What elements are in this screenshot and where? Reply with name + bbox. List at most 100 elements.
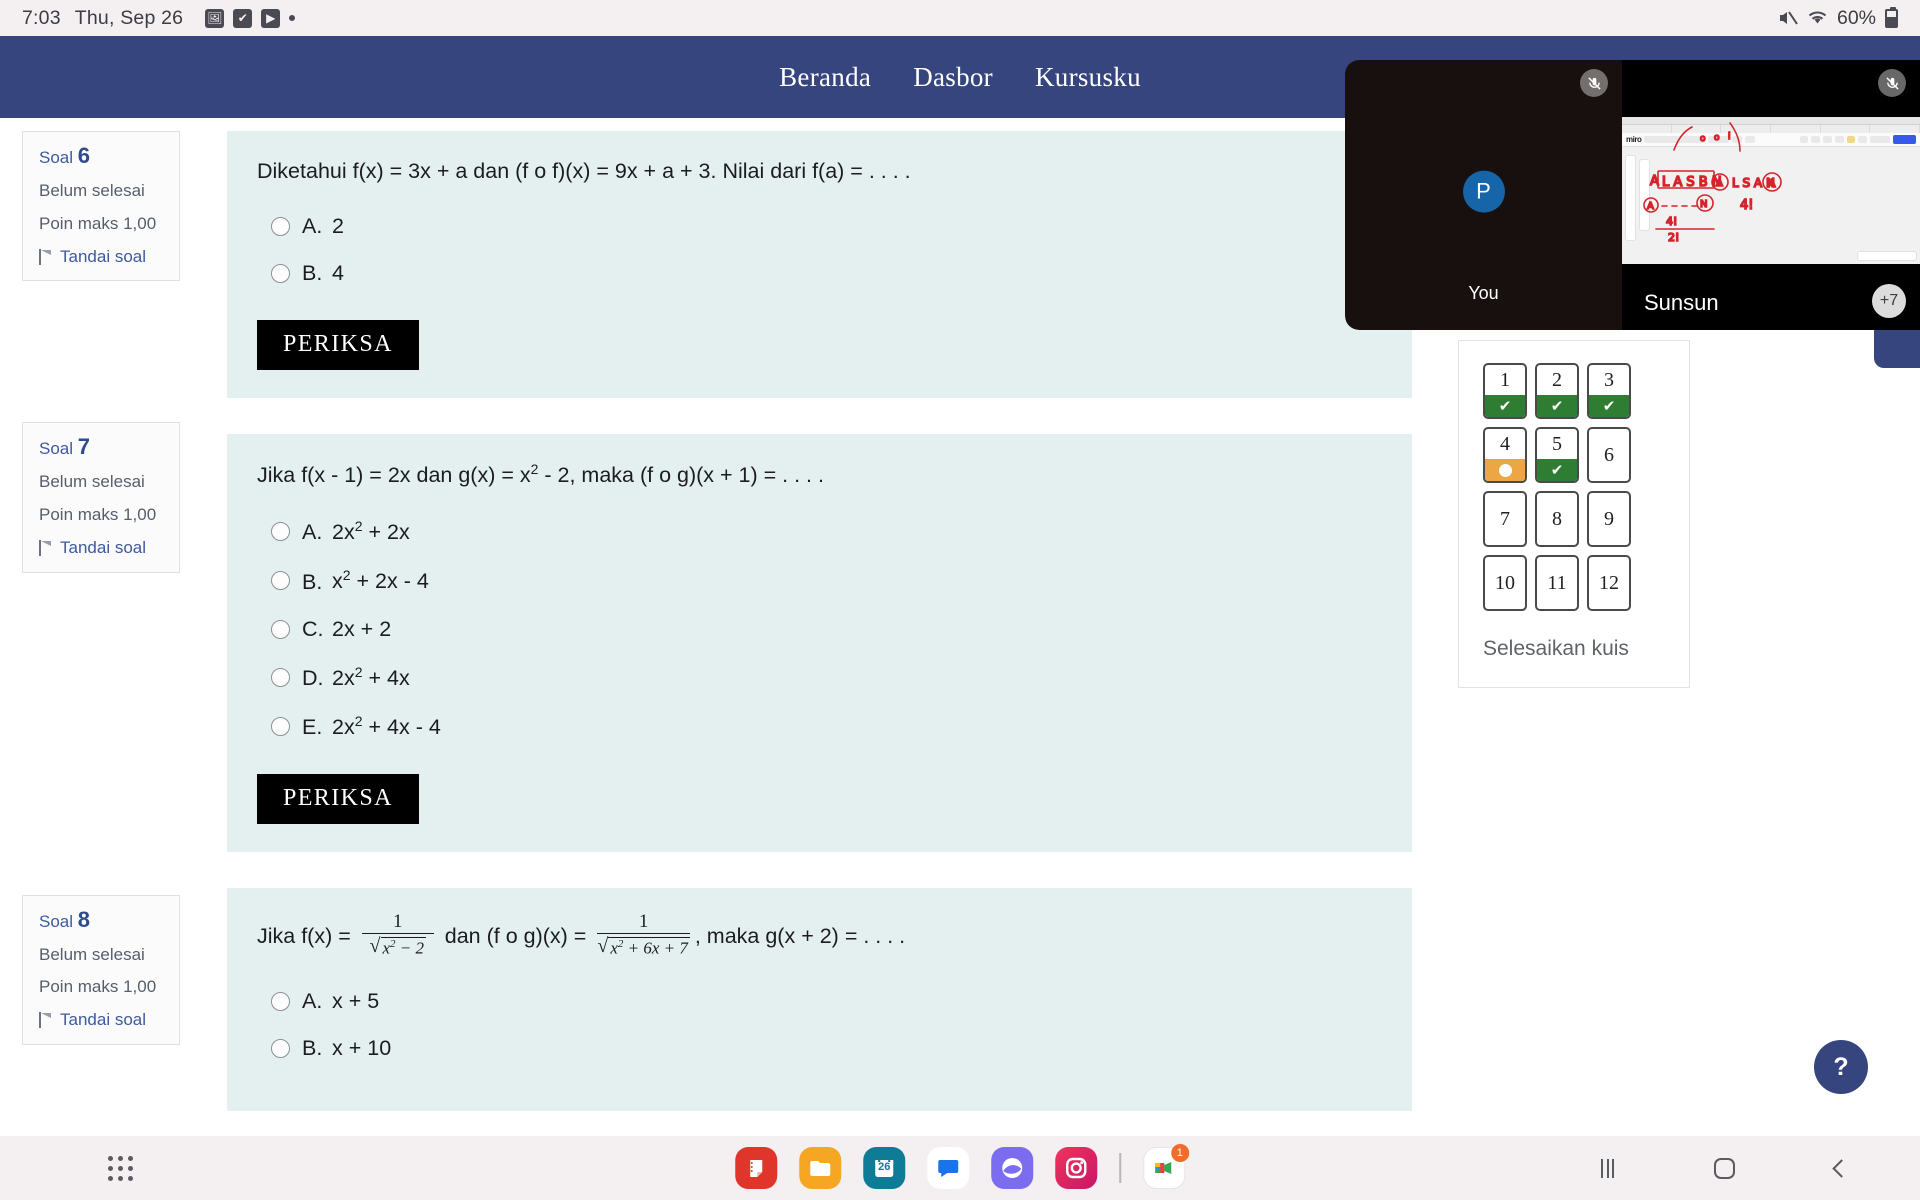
svg-text:o: o [1714, 133, 1720, 143]
screenshare-content: miro o o l A L A S B N A N A L S A N A 4… [1622, 117, 1920, 264]
answer-label: E. 2x2 + 4x - 4 [302, 712, 441, 739]
check-button[interactable]: PERIKSA [257, 320, 419, 371]
radio-button[interactable] [271, 217, 290, 237]
question-info-6: Soal 6 Belum selesai Poin maks 1,00 Tand… [22, 131, 180, 282]
back-button[interactable] [1832, 1158, 1851, 1178]
participant-name-share: Sunsun [1644, 290, 1719, 315]
answer-option[interactable]: A. x + 5 [271, 989, 1382, 1014]
flag-question-link[interactable]: Tandai soal [39, 538, 165, 558]
battery-icon [1885, 6, 1898, 28]
my-files-icon[interactable] [799, 1147, 842, 1189]
state-done-icon: ✔ [1537, 395, 1577, 417]
notification-badge: 1 [1170, 1144, 1189, 1162]
quiz-nav-box[interactable]: 8 [1535, 491, 1579, 547]
quiz-nav-box[interactable]: 10 [1483, 555, 1527, 611]
google-meet-icon[interactable]: 1 [1142, 1144, 1189, 1189]
state-done-icon: ✔ [1589, 395, 1629, 417]
quiz-nav-box[interactable]: 9 [1587, 491, 1631, 547]
answer-option[interactable]: B. 4 [271, 261, 1382, 286]
nav-item-dasbor[interactable]: Dasbor [913, 62, 993, 93]
check-button[interactable]: PERIKSA [257, 773, 419, 824]
device-screen: 7:03 Thu, Sep 26 🖼 ✔ ▶ 60% Beranda Dasbo… [0, 0, 1920, 1200]
svg-text:o: o [1700, 134, 1706, 144]
flag-question-link[interactable]: Tandai soal [39, 247, 165, 267]
recents-button[interactable] [1601, 1158, 1614, 1178]
answer-option[interactable]: A. 2x2 + 2x [271, 518, 1382, 545]
mic-off-icon [1580, 69, 1608, 97]
finish-quiz-link[interactable]: Selesaikan kuis [1483, 637, 1665, 661]
answer-option[interactable]: A. 2 [271, 214, 1382, 239]
quiz-nav-box[interactable]: 7 [1483, 491, 1527, 547]
radio-button[interactable] [271, 264, 290, 284]
radio-button[interactable] [271, 522, 290, 542]
quiz-nav-box[interactable]: 1 ✔ [1483, 363, 1527, 419]
answer-options: A. 2x2 + 2x B. x2 + 2x - 4 C. 2x + 2 D. … [257, 518, 1382, 740]
calendar-icon[interactable]: 26 [863, 1147, 906, 1189]
instagram-icon[interactable] [1055, 1147, 1098, 1189]
svg-text:4!: 4! [1666, 215, 1677, 228]
answer-label: D. 2x2 + 4x [302, 663, 410, 690]
question-card-8: Jika f(x) = 1x2 − 2 dan (f o g)(x) = 1x2… [227, 887, 1412, 1111]
quiz-nav-box[interactable]: 4 [1483, 427, 1527, 483]
video-call-overlay[interactable]: P You miro o o l A L A S B N A N A L S A… [1345, 60, 1920, 330]
svg-text:A: A [1650, 174, 1659, 189]
quiz-nav-box[interactable]: 2 ✔ [1535, 363, 1579, 419]
radio-button[interactable] [271, 619, 290, 639]
status-time: 7:03 [22, 6, 61, 29]
question-prompt: Jika f(x) = 1x2 − 2 dan (f o g)(x) = 1x2… [257, 912, 1382, 961]
question-card-6: Diketahui f(x) = 3x + a dan (f o f)(x) =… [227, 131, 1412, 399]
messages-icon[interactable] [927, 1147, 970, 1189]
answer-option[interactable]: B. x + 10 [271, 1036, 1382, 1061]
quiz-nav-box[interactable]: 3 ✔ [1587, 363, 1631, 419]
overflow-participants-badge[interactable]: +7 [1872, 284, 1906, 318]
answer-option[interactable]: B. x2 + 2x - 4 [271, 567, 1382, 594]
quiz-navigation-panel: 1 ✔ 2 ✔ 3 ✔ 4 5 ✔ 6 7 8 9 10 11 12 Selesaika… [1458, 340, 1690, 688]
question-number-label: Soal 8 [39, 906, 91, 932]
samsung-notes-icon[interactable] [735, 1147, 778, 1189]
miro-statusbar [1857, 251, 1917, 261]
samsung-internet-icon[interactable] [991, 1147, 1034, 1189]
status-bar-right: 60% [1778, 6, 1898, 30]
radio-button[interactable] [271, 991, 290, 1011]
more-dot-icon [289, 15, 296, 21]
answer-label: B. x + 10 [302, 1035, 392, 1060]
home-button[interactable] [1714, 1157, 1735, 1179]
question-cards-column: Diketahui f(x) = 3x + a dan (f o f)(x) =… [215, 118, 1450, 1111]
nav-item-beranda[interactable]: Beranda [779, 62, 871, 93]
help-button[interactable]: ? [1814, 1040, 1868, 1094]
checkbox-icon: ✔ [233, 8, 253, 28]
answer-label: C. 2x + 2 [302, 616, 392, 641]
quiz-nav-box[interactable]: 12 [1587, 555, 1631, 611]
flag-icon [39, 248, 52, 265]
svg-text:N: N [1700, 199, 1707, 210]
flag-question-link[interactable]: Tandai soal [39, 1010, 165, 1030]
quiz-nav-box[interactable]: 11 [1535, 555, 1579, 611]
taskbar-app-icons: 26 1 [735, 1144, 1189, 1189]
radio-button[interactable] [271, 716, 290, 736]
app-grid-icon[interactable] [108, 1155, 133, 1181]
video-tile-screenshare[interactable]: miro o o l A L A S B N A N A L S A N A 4… [1622, 60, 1920, 330]
answer-option[interactable]: D. 2x2 + 4x [271, 664, 1382, 691]
question-number-label: Soal 6 [39, 143, 91, 168]
question-prompt: Jika f(x - 1) = 2x dan g(x) = x2 - 2, ma… [257, 461, 824, 488]
quiz-nav-box[interactable]: 5 ✔ [1535, 427, 1579, 483]
answer-option[interactable]: C. 2x + 2 [271, 617, 1382, 642]
youtube-icon: ▶ [261, 8, 281, 28]
question-points: Poin maks 1,00 [39, 977, 157, 997]
question-points: Poin maks 1,00 [39, 213, 157, 233]
answer-option[interactable]: E. 2x2 + 4x - 4 [271, 713, 1382, 740]
video-tile-self[interactable]: P You [1345, 60, 1622, 330]
question-status: Belum selesai [39, 944, 145, 964]
radio-button[interactable] [271, 571, 290, 591]
quiz-nav-box[interactable]: 6 [1587, 427, 1631, 483]
sqrt-icon: x2 − 2 [370, 935, 427, 958]
flag-icon [39, 1012, 52, 1029]
flag-question-label: Tandai soal [60, 1010, 147, 1030]
radio-button[interactable] [271, 1038, 290, 1058]
nav-item-kursusku[interactable]: Kursusku [1035, 62, 1141, 93]
status-notification-icons: 🖼 ✔ ▶ [205, 8, 296, 28]
mute-icon [1779, 11, 1798, 25]
question-info-7: Soal 7 Belum selesai Poin maks 1,00 Tand… [22, 422, 180, 573]
radio-button[interactable] [271, 667, 290, 687]
battery-percent: 60% [1836, 6, 1876, 29]
